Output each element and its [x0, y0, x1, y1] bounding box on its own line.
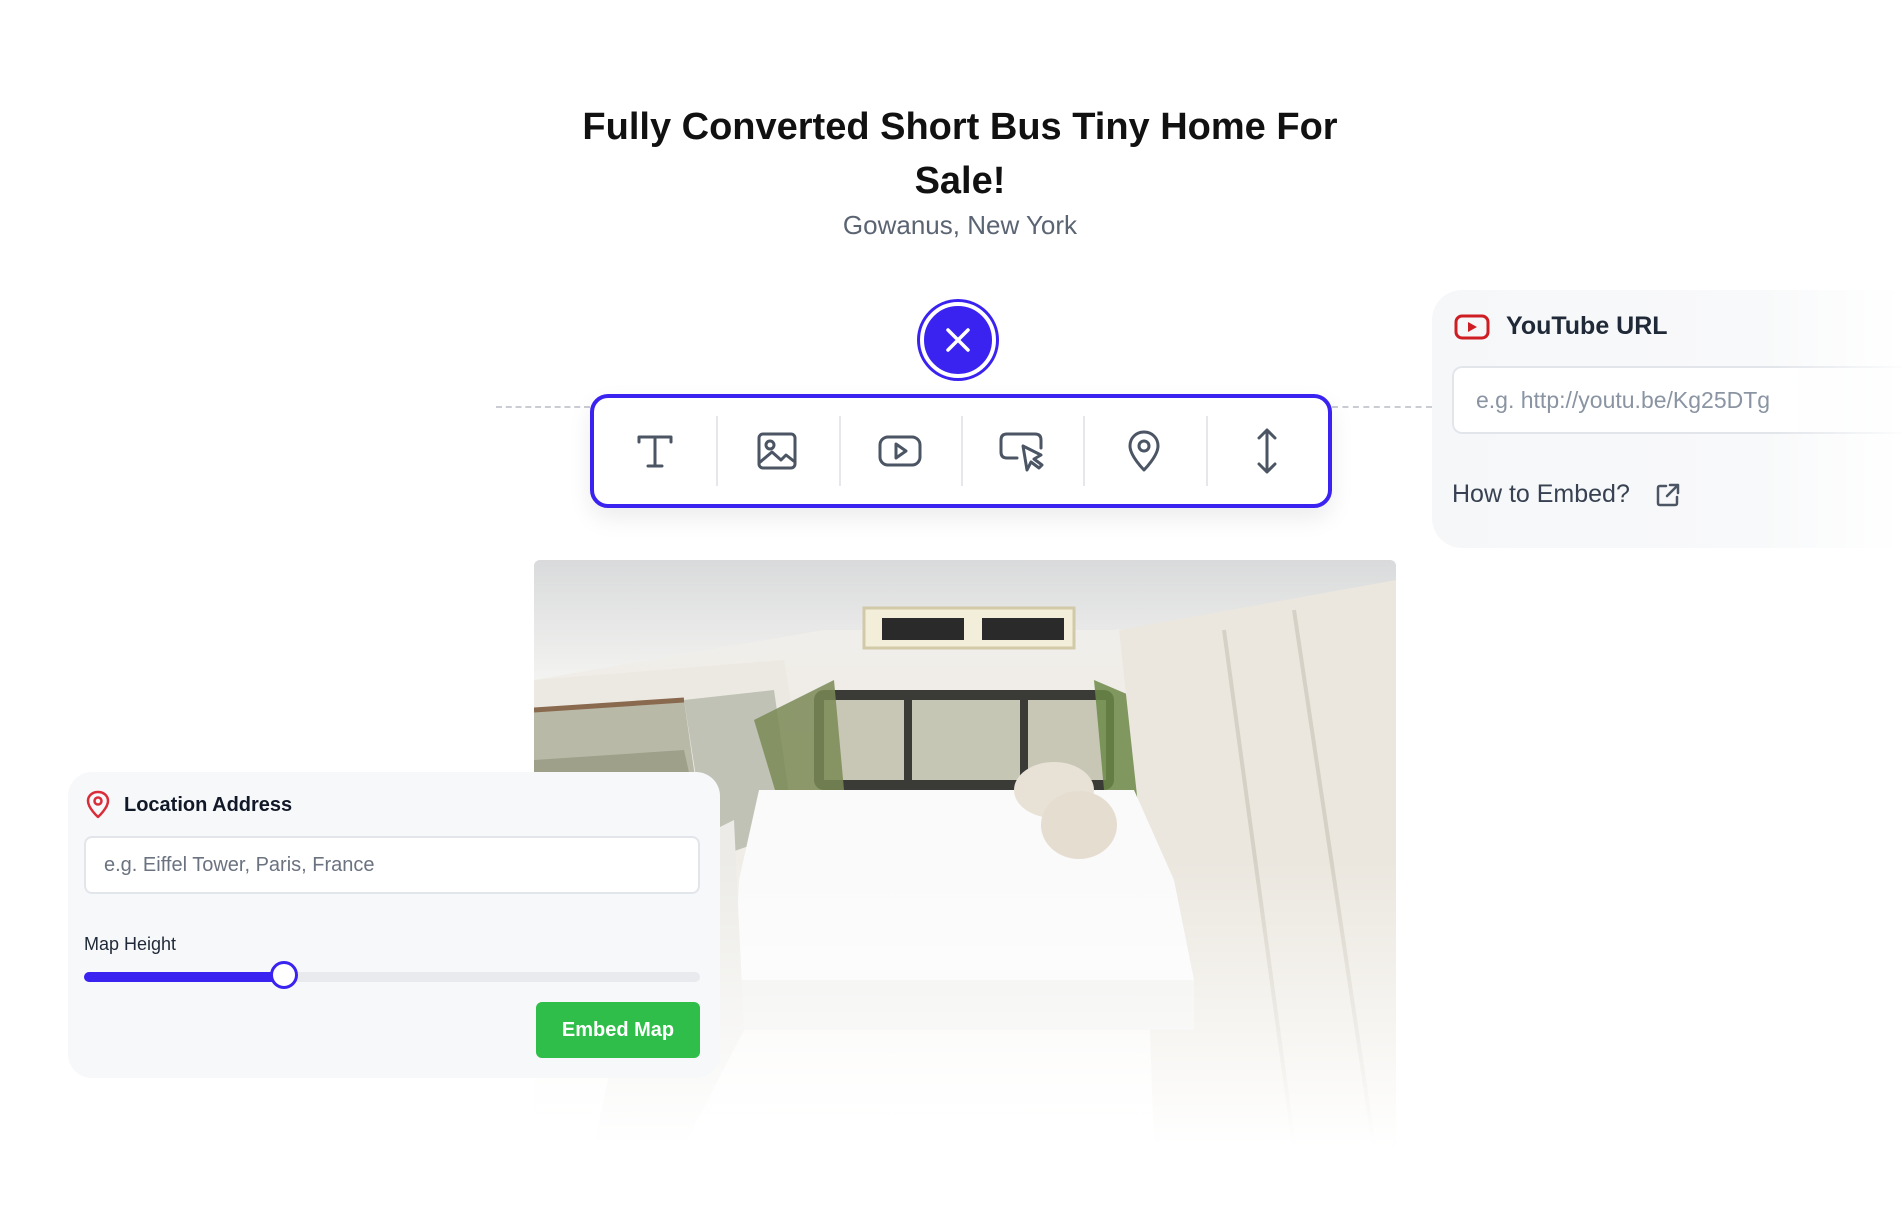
text-icon — [637, 435, 673, 468]
close-icon — [946, 328, 970, 352]
block-toolbar — [590, 394, 1332, 508]
youtube-url-label: YouTube URL — [1506, 312, 1668, 340]
video-icon — [878, 435, 922, 467]
embed-map-button[interactable]: Embed Map — [536, 1002, 700, 1058]
button-click-icon — [999, 432, 1044, 472]
youtube-icon — [1454, 314, 1490, 339]
map-pin-icon — [1128, 430, 1160, 472]
listing-title: Fully Converted Short Bus Tiny Home For … — [582, 106, 1338, 202]
how-to-embed-label: How to Embed? — [1452, 480, 1630, 508]
add-video-block-button[interactable] — [838, 398, 961, 504]
add-text-block-button[interactable] — [594, 398, 716, 504]
add-spacer-block-button[interactable] — [1205, 398, 1328, 504]
map-height-slider-fill — [84, 972, 285, 982]
location-pin-icon — [86, 790, 110, 819]
close-toolbar-button[interactable] — [920, 302, 996, 378]
add-image-block-button[interactable] — [716, 398, 838, 504]
listing-location: Gowanus, New York — [842, 210, 1078, 240]
youtube-url-input[interactable]: e.g. http://youtu.be/Kg25DTg — [1452, 366, 1902, 434]
how-to-embed-link[interactable]: How to Embed? — [1452, 480, 1682, 509]
divider-right — [1332, 406, 1432, 408]
location-address-input[interactable]: e.g. Eiffel Tower, Paris, France — [84, 836, 700, 894]
external-link-icon — [1656, 483, 1680, 506]
map-height-slider-thumb[interactable] — [270, 961, 299, 989]
add-button-block-button[interactable] — [960, 398, 1083, 504]
youtube-embed-panel: YouTube URL e.g. http://youtu.be/Kg25DTg… — [1432, 290, 1902, 548]
spacer-icon — [1257, 428, 1277, 474]
location-address-label: Location Address — [124, 793, 293, 816]
map-height-label: Map Height — [84, 934, 177, 954]
location-embed-panel: Location Address e.g. Eiffel Tower, Pari… — [68, 772, 720, 1078]
divider-left — [496, 406, 590, 408]
add-map-block-button[interactable] — [1083, 398, 1205, 504]
map-height-slider[interactable] — [84, 961, 700, 989]
image-icon — [757, 432, 797, 470]
